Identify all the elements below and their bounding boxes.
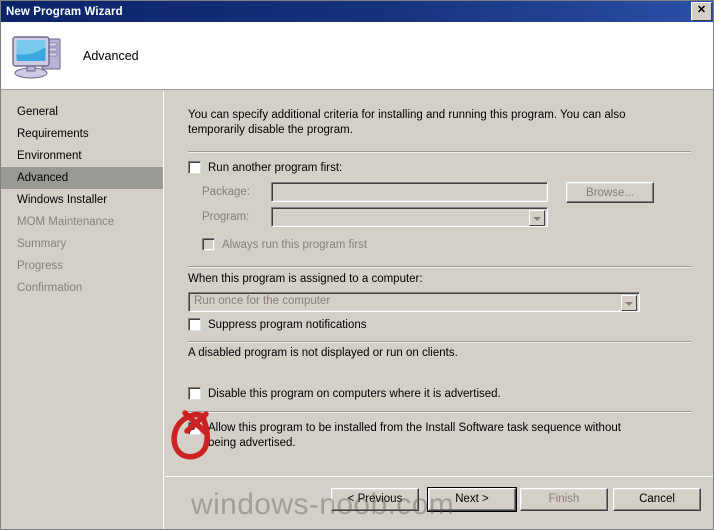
disable-program-label: Disable this program on computers where … <box>208 388 501 400</box>
cancel-button[interactable]: Cancel <box>613 488 701 511</box>
disable-program-row[interactable]: Disable this program on computers where … <box>188 387 501 401</box>
computer-icon <box>12 35 61 78</box>
divider-top <box>188 151 691 153</box>
run-another-program-row[interactable]: Run another program first: <box>188 161 342 175</box>
footer-button-row: < Previous Next > Finish Cancel <box>165 487 713 512</box>
sidebar-item-progress: Progress <box>17 260 64 272</box>
assigned-selected-value: Run once for the computer <box>194 295 331 307</box>
previous-button[interactable]: < Previous <box>331 488 419 511</box>
new-program-wizard-dialog: New Program Wizard ✕ Advanced General Re… <box>0 0 714 530</box>
wizard-footer: < Previous Next > Finish Cancel <box>165 476 713 529</box>
sidebar-item-windows-installer[interactable]: Windows Installer <box>1 189 163 211</box>
program-label: Program: <box>202 211 250 223</box>
suppress-notifications-checkbox[interactable] <box>188 318 201 331</box>
run-another-program-label: Run another program first: <box>208 162 343 174</box>
disable-program-checkbox[interactable] <box>188 387 201 400</box>
allow-install-row[interactable]: ✔ Allow this program to be installed fro… <box>188 421 658 451</box>
next-button[interactable]: Next > <box>427 487 517 512</box>
sidebar-item-environment[interactable]: Environment <box>1 145 163 167</box>
package-input[interactable] <box>271 182 548 202</box>
wizard-step-nav: General Requirements Environment Advance… <box>1 91 164 529</box>
page-title: Advanced <box>83 48 139 63</box>
advanced-settings-panel: You can specify additional criteria for … <box>165 91 713 476</box>
title-bar: New Program Wizard ✕ <box>1 1 713 22</box>
divider-middle <box>188 266 691 268</box>
always-run-checkbox <box>202 238 215 251</box>
sidebar-item-mom-maintenance: MOM Maintenance <box>17 216 115 228</box>
panel-description: You can specify additional criteria for … <box>188 109 626 136</box>
package-label: Package: <box>202 186 250 198</box>
close-icon: ✕ <box>696 4 707 16</box>
sidebar-item-confirmation: Confirmation <box>17 282 83 294</box>
sidebar-item-general[interactable]: General <box>1 101 163 123</box>
browse-button[interactable]: Browse... <box>566 182 654 203</box>
run-another-program-checkbox[interactable] <box>188 161 201 174</box>
disabled-program-note: A disabled program is not displayed or r… <box>188 347 458 359</box>
window-title: New Program Wizard <box>6 5 123 18</box>
close-button[interactable]: ✕ <box>691 2 712 21</box>
wizard-header: Advanced <box>1 22 713 90</box>
suppress-notifications-label: Suppress program notifications <box>208 319 367 331</box>
finish-button: Finish <box>520 488 608 511</box>
always-run-label: Always run this program first <box>222 239 368 251</box>
chevron-down-icon[interactable] <box>529 210 545 226</box>
always-run-row: Always run this program first <box>202 238 367 252</box>
allow-install-checkbox[interactable]: ✔ <box>188 421 201 435</box>
assigned-dropdown[interactable]: Run once for the computer <box>188 292 640 312</box>
chevron-down-icon[interactable] <box>621 295 637 311</box>
allow-install-label: Allow this program to be installed from … <box>208 422 621 449</box>
program-dropdown[interactable] <box>271 207 548 227</box>
divider-disabled-note <box>188 341 691 343</box>
sidebar-item-summary: Summary <box>17 238 67 250</box>
suppress-notifications-row[interactable]: Suppress program notifications <box>188 318 367 332</box>
sidebar-item-requirements[interactable]: Requirements <box>1 123 163 145</box>
divider-bottom <box>188 411 691 413</box>
assigned-label: When this program is assigned to a compu… <box>188 273 423 285</box>
sidebar-item-advanced[interactable]: Advanced <box>1 167 163 189</box>
